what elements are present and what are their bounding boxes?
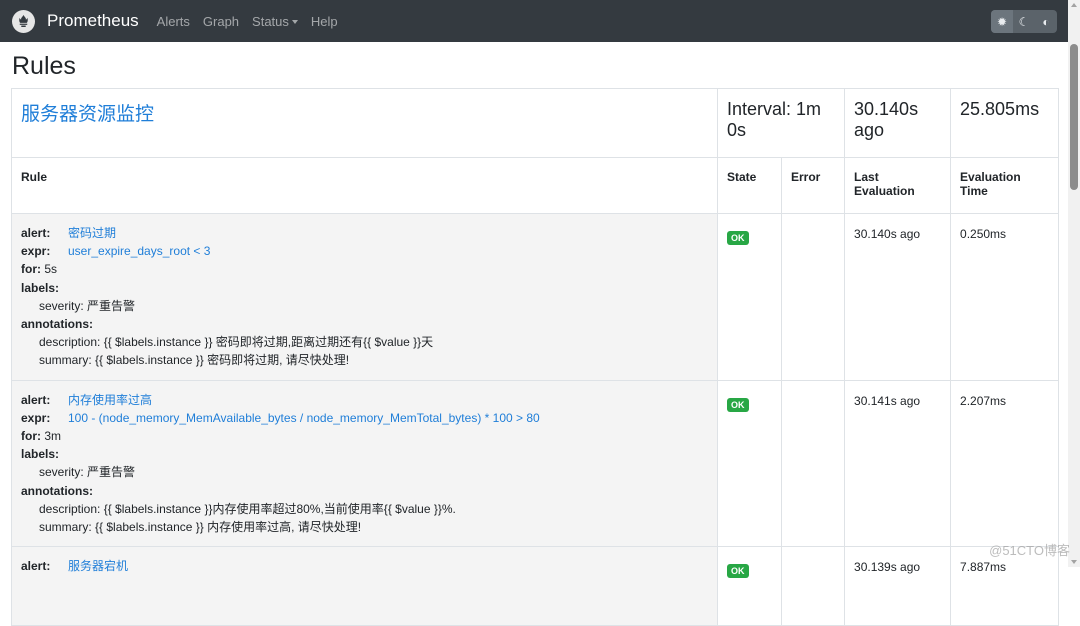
brand-name: Prometheus xyxy=(47,11,139,30)
rule-definition: alert: 密码过期 expr: user_expire_days_root < … xyxy=(11,213,718,381)
page-scrollbar[interactable] xyxy=(1068,0,1080,567)
nav-alerts[interactable]: Alerts xyxy=(157,14,190,29)
table-row: alert: 密码过期 expr: user_expire_days_root < … xyxy=(11,213,1060,381)
half-circle-icon: ◐ xyxy=(1042,14,1050,29)
theme-auto-button[interactable]: ◐ xyxy=(1035,10,1057,33)
expr-key: expr: xyxy=(21,244,51,259)
prometheus-logo-icon xyxy=(12,9,35,33)
alert-key: alert: xyxy=(21,559,51,574)
for-key: for: xyxy=(21,429,41,444)
theme-dark-button[interactable]: ☾ xyxy=(1013,10,1035,33)
alert-name-link[interactable]: 服务器宕机 xyxy=(68,559,128,573)
state-badge: OK xyxy=(727,564,749,579)
for-value: 3m xyxy=(44,429,62,444)
col-error: Error xyxy=(780,157,846,214)
nav-status-label: Status xyxy=(252,13,289,29)
theme-light-button[interactable]: ✹ xyxy=(991,10,1013,33)
label-severity: severity: 严重告警 xyxy=(39,465,136,480)
alert-name-link[interactable]: 密码过期 xyxy=(68,226,116,240)
rule-definition: alert: 服务器宕机 xyxy=(11,546,718,626)
state-cell: OK xyxy=(717,546,782,626)
annotation-summary: summary: {{ $labels.instance }} 密码即将过期, … xyxy=(39,353,350,368)
group-evaluation-time: 25.805ms xyxy=(950,88,1060,158)
caret-down-icon xyxy=(291,20,298,25)
rules-table: 服务器资源监控 Interval: 1m 0s 30.140s ago 25.8… xyxy=(11,88,1060,626)
expr-key: expr: xyxy=(21,410,51,425)
nav-graph[interactable]: Graph xyxy=(203,14,239,29)
scroll-down-arrow-icon[interactable] xyxy=(1071,560,1077,564)
error-cell xyxy=(780,213,846,381)
label-severity: severity: 严重告警 xyxy=(39,298,136,313)
evaluation-time-cell: 2.207ms xyxy=(950,379,1060,548)
state-badge: OK xyxy=(727,397,749,412)
table-row: alert: 服务器宕机 OK 30.139s ago 7.887ms xyxy=(11,546,1060,626)
page-title: Rules xyxy=(12,52,76,80)
annotation-description: description: {{ $labels.instance }} 密码即将… xyxy=(39,335,434,350)
nav-status-dropdown[interactable]: Status xyxy=(252,14,298,29)
moon-icon: ☾ xyxy=(1018,14,1030,29)
for-value: 5s xyxy=(44,262,58,277)
watermark: @51CTO博客 xyxy=(989,543,1070,558)
scroll-up-arrow-icon[interactable] xyxy=(1071,3,1077,7)
annotations-key: annotations: xyxy=(21,317,93,332)
error-cell xyxy=(780,546,846,626)
alert-name-link[interactable]: 内存使用率过高 xyxy=(68,393,152,407)
group-name-link[interactable]: 服务器资源监控 xyxy=(21,104,154,125)
theme-toggle-group: ✹ ☾ ◐ xyxy=(991,10,1057,33)
table-row: alert: 内存使用率过高 expr: 100 - (node_memory_Me… xyxy=(11,379,1060,548)
col-evaluation-time: Evaluation Time xyxy=(950,157,1060,214)
state-badge: OK xyxy=(727,231,749,245)
col-rule: Rule xyxy=(11,157,718,214)
rule-definition: alert: 内存使用率过高 expr: 100 - (node_memory_Me… xyxy=(11,379,718,548)
brand-link[interactable]: Prometheus xyxy=(12,9,149,33)
group-interval: Interval: 1m 0s xyxy=(716,88,846,158)
last-evaluation-cell: 30.141s ago xyxy=(844,379,952,548)
expr-link[interactable]: 100 - (node_memory_MemAvailable_bytes / … xyxy=(68,411,540,425)
labels-key: labels: xyxy=(21,447,60,462)
last-evaluation-cell: 30.140s ago xyxy=(844,213,952,381)
alert-key: alert: xyxy=(21,226,51,240)
last-evaluation-cell: 30.139s ago xyxy=(844,546,952,626)
annotations-key: annotations: xyxy=(21,483,93,498)
group-last-evaluation: 30.140s ago xyxy=(844,88,952,158)
col-last-evaluation: Last Evaluation xyxy=(844,157,952,214)
labels-key: labels: xyxy=(21,280,60,295)
state-cell: OK xyxy=(717,213,782,381)
table-header: Rule State Error Last Evaluation Evaluat… xyxy=(11,157,1060,214)
evaluation-time-cell: 0.250ms xyxy=(950,213,1060,381)
nav-help[interactable]: Help xyxy=(311,14,338,29)
annotation-summary: summary: {{ $labels.instance }} 内存使用率过高,… xyxy=(39,520,362,535)
navbar: Prometheus Alerts Graph Status Help ✹ ☾ … xyxy=(0,0,1068,42)
expr-link[interactable]: user_expire_days_root < 3 xyxy=(68,244,210,258)
scroll-thumb[interactable] xyxy=(1070,44,1078,190)
for-key: for: xyxy=(21,262,41,277)
col-state: State xyxy=(717,157,782,214)
gear-icon: ✹ xyxy=(996,14,1008,29)
state-cell: OK xyxy=(717,379,782,548)
annotation-description: description: {{ $labels.instance }}内存使用率… xyxy=(39,501,456,516)
rule-group-header: 服务器资源监控 Interval: 1m 0s 30.140s ago 25.8… xyxy=(11,88,1060,158)
alert-key: alert: xyxy=(21,392,51,407)
error-cell xyxy=(780,379,846,548)
